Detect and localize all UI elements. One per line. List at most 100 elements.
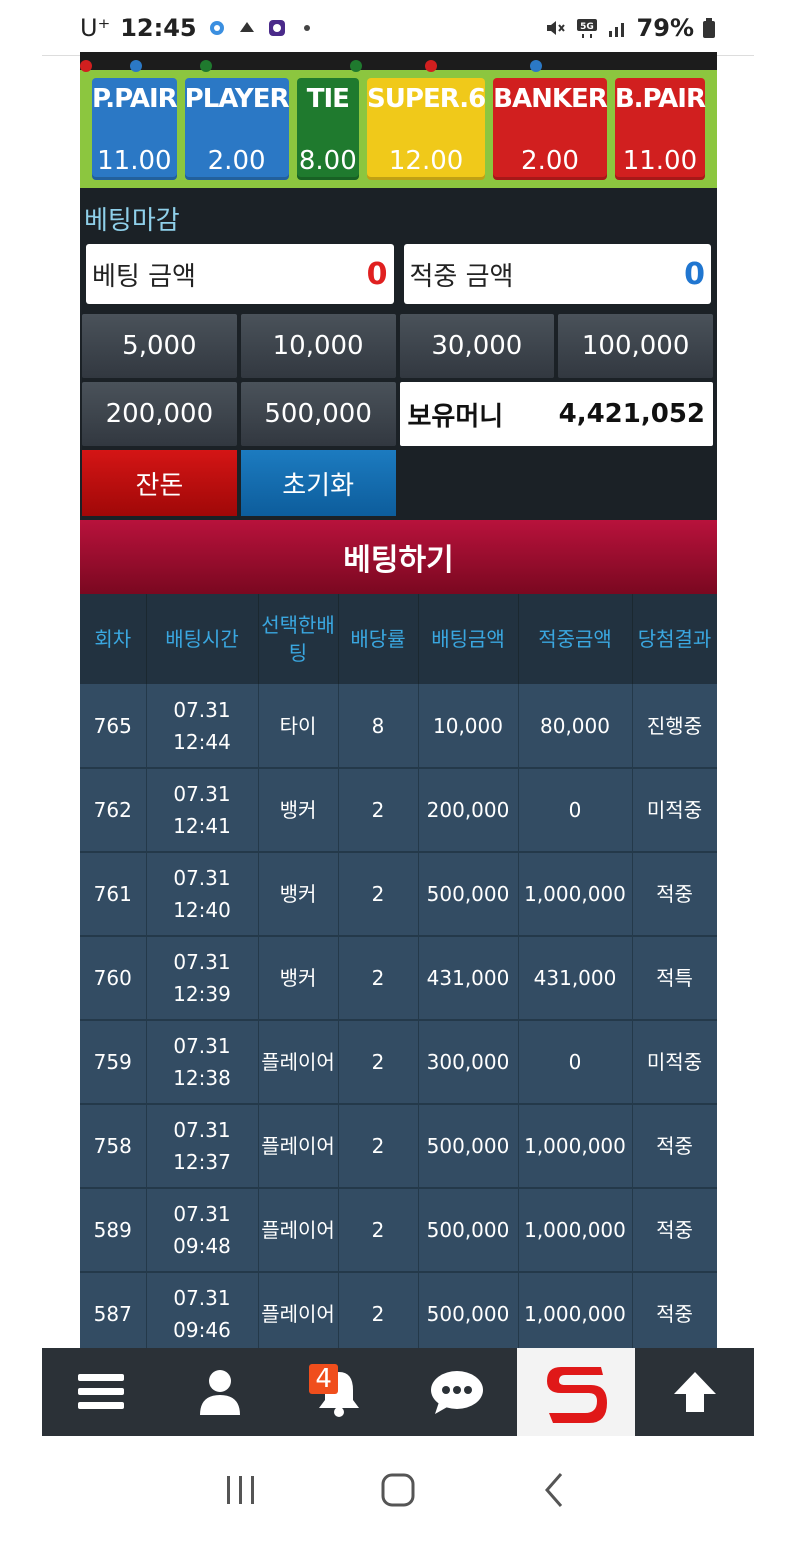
- chip-button[interactable]: 100,000: [558, 314, 713, 378]
- change-button[interactable]: 잔돈: [82, 450, 237, 516]
- table-cell-win: 1,000,000: [518, 1104, 633, 1189]
- cell-time: 12:40: [173, 898, 231, 922]
- reset-button[interactable]: 초기화: [240, 450, 396, 516]
- table-cell-round: 758: [80, 1104, 147, 1189]
- table-cell-pick: 플레이어: [258, 1020, 339, 1105]
- chip-button[interactable]: 30,000: [399, 314, 555, 378]
- win-amount-value: 0: [684, 256, 705, 292]
- table-cell-win: 1,000,000: [518, 1188, 633, 1273]
- col-header: 배팅금액: [418, 594, 519, 684]
- win-amount-box: 적중 금액 0: [403, 244, 711, 304]
- bet-amount-label: 베팅 금액: [92, 261, 196, 292]
- table-cell-round: 589: [80, 1188, 147, 1273]
- bet-super6[interactable]: SUPER.6 12.00: [367, 78, 486, 180]
- cell-time: 09:46: [173, 1318, 231, 1342]
- table-cell-time: 07.31 12:44: [146, 684, 259, 769]
- cell-date: 07.31: [173, 866, 231, 890]
- table-cell-bet: 200,000: [418, 768, 519, 853]
- table-cell-pick: 플레이어: [258, 1188, 339, 1273]
- table-cell-win: 0: [518, 768, 633, 853]
- nav-scroll-top[interactable]: [635, 1348, 754, 1436]
- balance-label: 보유머니: [407, 401, 504, 432]
- bet-odds: 11.00: [622, 146, 698, 176]
- table-row: 589 07.31 09:48 플레이어 2 500,000 1,000,000 적중: [80, 1188, 717, 1273]
- back-icon[interactable]: [535, 1470, 575, 1510]
- table-cell-pick: 뱅커: [258, 936, 339, 1021]
- chip-button[interactable]: 200,000: [82, 382, 237, 446]
- table-cell-pick: 플레이어: [258, 1104, 339, 1189]
- home-icon[interactable]: [378, 1470, 418, 1510]
- bet-label: P.PAIR: [92, 84, 178, 114]
- carrier-label: U⁺: [80, 13, 111, 42]
- nav-menu[interactable]: [42, 1348, 161, 1436]
- betting-closed-label: 베팅마감: [84, 206, 180, 236]
- mute-icon: [546, 20, 565, 35]
- table-cell-bet: 300,000: [418, 1020, 519, 1105]
- bet-options: P.PAIR 11.00 PLAYER 2.00 TIE 8.00 SUPER.…: [80, 70, 717, 188]
- chip-button[interactable]: 5,000: [82, 314, 237, 378]
- shield-app-icon: [268, 19, 285, 36]
- cell-time: 12:44: [173, 729, 231, 754]
- bet-history-table: 회차 배팅시간 선택한배팅 배당률 배팅금액 적중금액 당첨결과 765 07.3…: [80, 594, 717, 1348]
- table-cell-round: 760: [80, 936, 147, 1021]
- table-cell-time: 07.31 12:40: [146, 852, 259, 937]
- table-cell-odds: 8: [338, 684, 419, 769]
- cell-date: 07.31: [173, 1118, 231, 1142]
- cell-date: 07.31: [173, 950, 231, 974]
- user-icon: [200, 1370, 240, 1415]
- cell-date: 07.31: [173, 1286, 231, 1310]
- table-row: 759 07.31 12:38 플레이어 2 300,000 0 미적중: [80, 1020, 717, 1105]
- status-bar: U⁺ 12:45 5G 79%: [42, 0, 754, 56]
- table-cell-time: 07.31 12:38: [146, 1020, 259, 1105]
- nav-s-logo[interactable]: [516, 1348, 636, 1436]
- table-cell-time: 07.31 09:48: [146, 1188, 259, 1273]
- recent-apps-icon[interactable]: [221, 1470, 261, 1510]
- bet-label: PLAYER: [184, 84, 290, 114]
- table-cell-time: 07.31 12:37: [146, 1104, 259, 1189]
- bet-odds: 11.00: [97, 146, 172, 176]
- bet-odds: 2.00: [207, 146, 266, 176]
- signal-icon: [608, 22, 624, 37]
- table-cell-result: 적중: [632, 1272, 717, 1348]
- bet-banker[interactable]: BANKER 2.00: [493, 78, 608, 180]
- nav-chat[interactable]: [398, 1348, 517, 1436]
- table-cell-odds: 2: [338, 1272, 419, 1348]
- table-cell-result: 미적중: [632, 768, 717, 853]
- bet-b-pair[interactable]: B.PAIR 11.00: [614, 78, 706, 180]
- baccarat-app: P.PAIR 11.00 PLAYER 2.00 TIE 8.00 SUPER.…: [80, 52, 717, 1348]
- table-cell-round: 761: [80, 852, 147, 937]
- notification-badge: 4: [309, 1364, 338, 1394]
- col-header: 배당률: [338, 594, 419, 684]
- place-bet-button[interactable]: 베팅하기: [80, 520, 717, 594]
- nav-user[interactable]: [161, 1348, 280, 1436]
- battery-icon: [703, 17, 715, 38]
- table-cell-result: 진행중: [632, 684, 717, 769]
- table-cell-odds: 2: [338, 936, 419, 1021]
- action-buttons: 잔돈 초기화: [80, 446, 717, 516]
- bet-player[interactable]: PLAYER 2.00: [184, 78, 290, 180]
- table-row: 760 07.31 12:39 뱅커 2 431,000 431,000 적특: [80, 936, 717, 1021]
- table-cell-odds: 2: [338, 852, 419, 937]
- table-row: 762 07.31 12:41 뱅커 2 200,000 0 미적중: [80, 768, 717, 853]
- android-nav-bar: [42, 1436, 754, 1543]
- table-cell-pick: 타이: [258, 684, 339, 769]
- cell-date: 07.31: [173, 782, 231, 806]
- menu-icon: [78, 1374, 125, 1409]
- bet-label: SUPER.6: [367, 84, 486, 114]
- chip-button[interactable]: 10,000: [240, 314, 396, 378]
- battery-percent: 79%: [636, 13, 694, 42]
- col-header: 당첨결과: [632, 594, 717, 684]
- table-cell-time: 07.31 12:41: [146, 768, 259, 853]
- bet-tie[interactable]: TIE 8.00: [296, 78, 360, 180]
- table-cell-result: 적중: [632, 1188, 717, 1273]
- nav-notifications[interactable]: 4: [279, 1348, 398, 1436]
- road-strip: [80, 52, 717, 72]
- bet-p-pair[interactable]: P.PAIR 11.00: [92, 78, 178, 180]
- table-cell-odds: 2: [338, 1020, 419, 1105]
- bet-label: B.PAIR: [614, 84, 706, 114]
- clock: 12:45: [120, 13, 197, 42]
- chip-button[interactable]: 500,000: [240, 382, 396, 446]
- cell-date: 07.31: [173, 697, 231, 722]
- bet-label: TIE: [306, 84, 350, 114]
- table-cell-bet: 10,000: [418, 684, 519, 769]
